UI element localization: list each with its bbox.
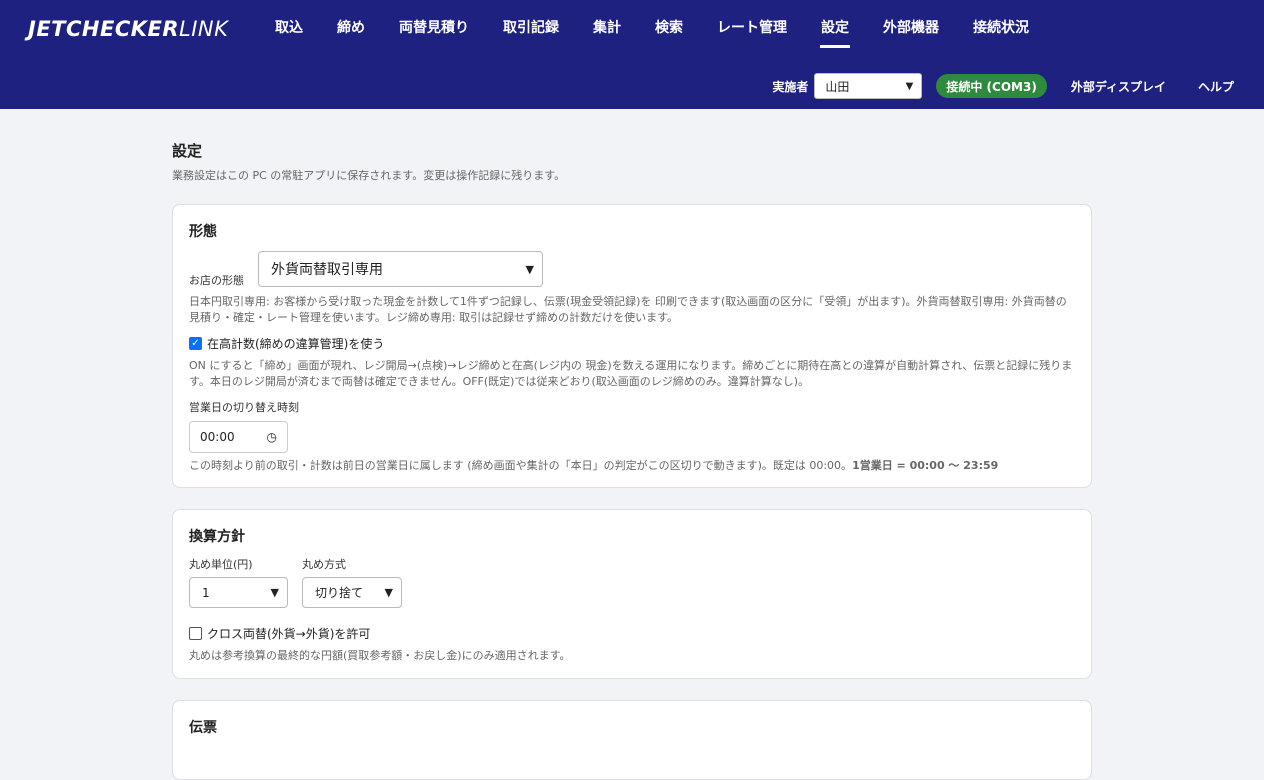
header-subbar: 実施者 山田 ▼ 接続中 (COM3) 外部ディスプレイ ヘルプ (772, 73, 1264, 99)
rounding-unit-select[interactable]: 1 ▼ (189, 577, 288, 608)
main-nav: 取込 締め 両替見積り 取引記録 集計 検索 レート管理 設定 外部機器 接続状況 (258, 0, 1046, 48)
main-content: 設定 業務設定はこの PC の常駐アプリに保存されます。変更は操作記録に残ります… (172, 109, 1092, 780)
rounding-unit-label: 丸め単位(円) (189, 558, 253, 571)
card-title: 換算方針 (189, 529, 245, 545)
cutover-time-input[interactable]: 00:00 ◷ (189, 421, 288, 453)
store-type-select[interactable]: 外貨両替取引専用 ▼ (258, 251, 543, 287)
rounding-note: 丸めは参考換算の最終的な円額(買取参考額・お戻し金)にのみ適用されます。 (189, 649, 571, 662)
cutover-value: 00:00 (200, 430, 235, 444)
page-title: 設定 (172, 142, 203, 160)
cutover-label: 営業日の切り替え時刻 (189, 401, 299, 414)
tab-search[interactable]: 検索 (638, 0, 700, 48)
rounding-method-select[interactable]: 切り捨て ▼ (302, 577, 402, 608)
connection-status-badge: 接続中 (COM3) (936, 74, 1047, 98)
stock-count-checkbox[interactable]: ✓ 在高計数(締めの違算管理)を使う (189, 335, 1075, 352)
chevron-down-icon: ▼ (384, 586, 393, 599)
stock-count-label: 在高計数(締めの違算管理)を使う (207, 337, 385, 351)
page-subtitle: 業務設定はこの PC の常駐アプリに保存されます。変更は操作記録に残ります。 (172, 169, 566, 182)
rounding-method-value: 切り捨て (315, 586, 364, 600)
store-type-note: 日本円取引専用: お客様から受け取った現金を計数して1件ずつ記録し、伝票(現金受… (189, 295, 1067, 324)
operator-label: 実施者 (772, 79, 809, 94)
cutover-range: 1営業日 = 00:00 〜 23:59 (852, 459, 999, 472)
rounding-card: 換算方針 丸め単位(円) 1 ▼ 丸め方式 切り捨て ▼ クロス両替(外貨→外貨… (172, 509, 1092, 679)
cutover-note: この時刻より前の取引・計数は前日の営業日に属します (締め画面や集計の「本日」の… (189, 459, 999, 472)
voucher-card: 伝票 (172, 700, 1092, 780)
chevron-down-icon: ▼ (270, 586, 279, 599)
chevron-down-icon: ▼ (525, 262, 534, 276)
operator-value: 山田 (825, 79, 850, 94)
checkbox-unchecked-icon (189, 627, 202, 640)
tab-transactions[interactable]: 取引記録 (486, 0, 576, 48)
external-display-link[interactable]: 外部ディスプレイ (1071, 78, 1166, 95)
store-type-label: お店の形態 (189, 274, 244, 287)
tab-external-devices[interactable]: 外部機器 (866, 0, 956, 48)
tab-exchange-quote[interactable]: 両替見積り (382, 0, 486, 48)
clock-icon: ◷ (266, 430, 277, 444)
operator-select[interactable]: 山田 ▼ (814, 73, 923, 99)
rounding-method-label: 丸め方式 (302, 558, 346, 571)
store-type-card: 形態 お店の形態 外貨両替取引専用 ▼ 日本円取引専用: お客様から受け取った現… (172, 204, 1092, 488)
chevron-down-icon: ▼ (905, 81, 914, 92)
cross-exchange-label: クロス両替(外貨→外貨)を許可 (207, 627, 371, 641)
cross-exchange-checkbox[interactable]: クロス両替(外貨→外貨)を許可 (189, 625, 1075, 642)
tab-settings[interactable]: 設定 (804, 0, 866, 48)
tab-summary[interactable]: 集計 (576, 0, 638, 48)
rounding-unit-value: 1 (202, 585, 210, 600)
card-title: 形態 (189, 224, 217, 240)
store-type-value: 外貨両替取引専用 (271, 262, 383, 278)
tab-close[interactable]: 締め (320, 0, 382, 48)
stock-count-note: ON にすると「締め」画面が現れ、レジ開局→(点検)→レジ締めと在高(レジ内の … (189, 359, 1073, 388)
tab-connection-status[interactable]: 接続状況 (956, 0, 1046, 48)
top-bar: JETCHECKERLINK 取込 締め 両替見積り 取引記録 集計 検索 レート管理 設定外… (0, 0, 1264, 109)
card-title: 伝票 (189, 720, 217, 736)
help-link[interactable]: ヘルプ (1198, 78, 1234, 95)
checkbox-checked-icon: ✓ (189, 337, 202, 350)
tab-rate-management[interactable]: レート管理 (700, 0, 804, 48)
tab-import[interactable]: 取込 (258, 0, 320, 48)
app-logo: JETCHECKERLINK (28, 17, 229, 41)
